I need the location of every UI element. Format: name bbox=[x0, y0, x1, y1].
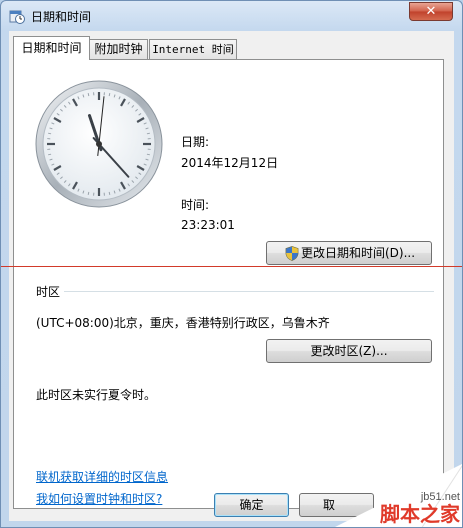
clock-minute-mark bbox=[87, 93, 90, 97]
date-time-dialog: 日期和时间 ✕ 日期和时间 附加时钟 Internet 时间 日期: 2014年… bbox=[0, 0, 463, 528]
watermark: jb51.net 脚本之家 bbox=[380, 491, 460, 525]
clock-minute-mark bbox=[108, 191, 111, 195]
clock-center-pin bbox=[96, 141, 102, 147]
tab-date-and-time[interactable]: 日期和时间 bbox=[13, 36, 90, 60]
clock-minute-mark bbox=[146, 153, 150, 156]
tab-panel: 日期: 2014年12月12日 时间: 23:23:01 更改日期和时间(D).… bbox=[13, 59, 444, 509]
tab-additional-clocks[interactable]: 附加时钟 bbox=[89, 39, 148, 59]
analog-clock bbox=[35, 80, 163, 208]
ok-button[interactable]: 确定 bbox=[214, 493, 289, 517]
clock-minute-mark bbox=[48, 132, 52, 135]
clock-calendar-icon bbox=[9, 10, 25, 24]
timezone-section-label: 时区 bbox=[36, 285, 61, 299]
dst-note: 此时区未实行夏令时。 bbox=[36, 388, 157, 402]
online-timezone-info-link[interactable]: 联机获取详细的时区信息 bbox=[36, 468, 168, 485]
clock-minute-mark bbox=[146, 132, 150, 135]
change-timezone-button[interactable]: 更改时区(Z)... bbox=[266, 339, 432, 363]
date-value: 2014年12月12日 bbox=[181, 156, 279, 170]
close-button[interactable]: ✕ bbox=[409, 2, 453, 21]
dialog-client-area: 日期和时间 附加时钟 Internet 时间 日期: 2014年12月12日 时… bbox=[9, 31, 454, 521]
uac-shield-icon bbox=[285, 246, 299, 261]
window-title: 日期和时间 bbox=[31, 10, 92, 24]
tab-internet-time[interactable]: Internet 时间 bbox=[149, 39, 237, 59]
clock-minute-mark bbox=[87, 191, 90, 195]
timezone-value: (UTC+08:00)北京，重庆，香港特别行政区，乌鲁木齐 bbox=[36, 316, 330, 330]
clock-minute-mark bbox=[48, 153, 52, 156]
title-bar[interactable]: 日期和时间 ✕ bbox=[1, 1, 462, 31]
red-guide-line bbox=[1, 266, 462, 267]
change-date-time-button[interactable]: 更改日期和时间(D)... bbox=[266, 241, 432, 265]
change-date-time-label: 更改日期和时间(D)... bbox=[301, 246, 416, 260]
date-label: 日期: bbox=[181, 135, 210, 149]
watermark-brand: 脚本之家 bbox=[380, 502, 460, 526]
clock-minute-mark bbox=[108, 93, 111, 97]
how-to-set-clock-link[interactable]: 我如何设置时钟和时区? bbox=[36, 490, 162, 507]
time-label: 时间: bbox=[181, 198, 210, 212]
time-value: 23:23:01 bbox=[181, 218, 235, 232]
timezone-separator bbox=[64, 291, 434, 292]
